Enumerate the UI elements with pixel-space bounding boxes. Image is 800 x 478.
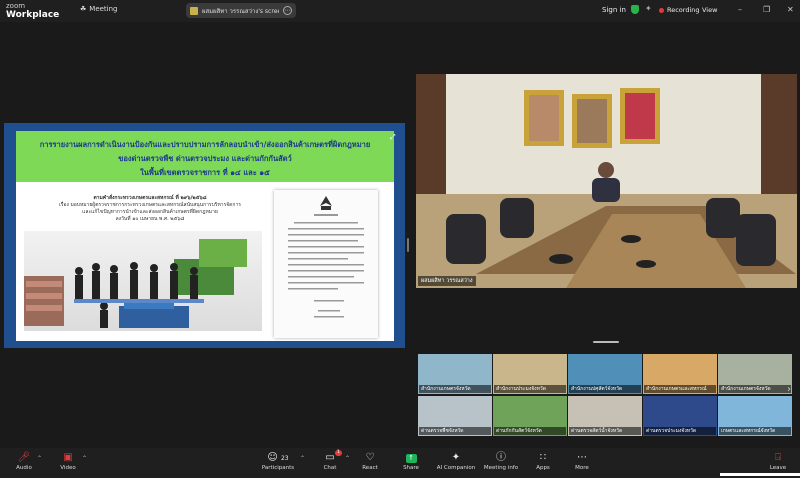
people-icon: ☺ bbox=[267, 452, 278, 463]
apps-icon: ∷ bbox=[539, 452, 547, 463]
info-icon: ⓘ bbox=[496, 452, 506, 463]
split-resize-handle[interactable] bbox=[407, 238, 409, 252]
slide-header: การรายงานผลการดำเนินงานป้องกันและปราบปรา… bbox=[16, 131, 394, 182]
tile-label: เกษตรและสหกรณ์จังหวัด bbox=[719, 427, 791, 435]
order-line4: ลงวันที่ ๑๐ เมษายน พ.ศ. ๒๕๖๘ bbox=[115, 216, 185, 222]
meeting-info-label: Meeting info bbox=[483, 465, 519, 471]
security-shield-icon[interactable] bbox=[631, 5, 639, 14]
speaker-name-label: ผสมผสิทา วรรณสว่าง bbox=[418, 276, 476, 286]
slide-title-line2: ของด่านตรวจพืช ด่านตรวจประมง และด่านกักก… bbox=[118, 154, 292, 163]
gallery-tile[interactable]: ด่านตรวจพืชจังหวัด bbox=[418, 396, 492, 436]
meeting-toolbar: 🎤︎ Audio ⌃ ▣ Video ⌃ ☺ 23 Participants ⌃… bbox=[0, 448, 800, 478]
meeting-tab[interactable]: ☘ Meeting bbox=[80, 5, 118, 13]
share-icon-wrap: ↑ bbox=[389, 450, 433, 465]
tile-label: ด่านกักกันสัตว์จังหวัด bbox=[494, 427, 566, 435]
shared-screen-icon bbox=[190, 6, 198, 15]
audio-label: Audio bbox=[16, 465, 32, 471]
ai-sparkle-icon[interactable]: ✦ bbox=[645, 4, 652, 13]
gallery-tile[interactable]: สำนักงานปศุสัตว์จังหวัด bbox=[568, 354, 642, 394]
more-button[interactable]: ⋯ More bbox=[560, 450, 604, 471]
tile-label: สำนักงานเกษตรและสหกรณ์ bbox=[644, 385, 716, 393]
tile-label: สำนักงานประมงจังหวัด bbox=[494, 385, 566, 393]
sparkle-icon: ✦ bbox=[451, 452, 461, 463]
slide-title-line1: การรายงานผลการดำเนินงานป้องกันและปราบปรา… bbox=[39, 140, 371, 149]
apps-label: Apps bbox=[536, 465, 550, 471]
react-label: React bbox=[362, 465, 378, 471]
order-text: ตามคำสั่งกระทรวงเกษตรและสหกรณ์ ที่ ๒๙๖/๒… bbox=[50, 195, 250, 223]
gallery-tile[interactable]: ด่านตรวจสัตว์น้ำจังหวัด bbox=[568, 396, 642, 436]
recording-dot-icon bbox=[659, 7, 664, 13]
tile-label: ด่านตรวจประมงจังหวัด bbox=[644, 427, 716, 435]
active-speaker-video[interactable]: ผสมผสิทา วรรณสว่าง bbox=[416, 74, 797, 288]
top-bar: zoom Workplace ☘ Meeting ผสมผสิทา วรรณสว… bbox=[0, 0, 800, 22]
order-line2: เรื่อง มอบหมายผู้ตรวจราชการกระทรวงเกษตรแ… bbox=[59, 202, 241, 208]
restore-icon[interactable]: ❐ bbox=[763, 5, 770, 14]
recording-label: Recording bbox=[667, 6, 700, 14]
tile-label: สำนักงานเกษตรจังหวัด bbox=[719, 385, 791, 393]
gallery-tile[interactable]: เกษตรและสหกรณ์จังหวัด bbox=[718, 396, 792, 436]
view-button[interactable]: View bbox=[702, 6, 717, 14]
more-label: More bbox=[575, 465, 589, 471]
participants-icon-row: ☺ 23 bbox=[256, 450, 300, 465]
ai-companion-button[interactable]: ✦ AI Companion bbox=[434, 450, 478, 471]
share-more-icon[interactable]: ⋯ bbox=[283, 6, 292, 15]
share-button[interactable]: ↑ Share bbox=[389, 450, 433, 471]
brand-line2: Workplace bbox=[6, 10, 60, 20]
gallery-drag-handle[interactable] bbox=[593, 341, 619, 343]
meeting-info-button[interactable]: ⓘ Meeting info bbox=[479, 450, 523, 471]
presentation-slide: การรายงานผลการดำเนินงานป้องกันและปราบปรา… bbox=[16, 131, 396, 341]
order-line1: ตามคำสั่งกระทรวงเกษตรและสหกรณ์ ที่ ๒๙๖/๒… bbox=[93, 195, 207, 201]
participants-caret-icon[interactable]: ⌃ bbox=[300, 455, 305, 462]
participants-button[interactable]: ☺ 23 Participants bbox=[256, 450, 300, 471]
leave-door-icon: ⍈ bbox=[775, 452, 781, 463]
meeting-label: Meeting bbox=[89, 5, 118, 13]
leave-underline bbox=[720, 473, 800, 476]
sign-in-button[interactable]: Sign in bbox=[602, 6, 626, 14]
order-line3: และแก้ไขปัญหาการนำเข้าและส่งออกสินค้าเกษ… bbox=[82, 209, 218, 215]
leave-label: Leave bbox=[769, 465, 787, 471]
ellipsis-icon: ⋯ bbox=[577, 452, 587, 463]
gallery-tile[interactable]: สำนักงานเกษตรจังหวัด bbox=[418, 354, 492, 394]
react-button[interactable]: ♡ React bbox=[348, 450, 392, 471]
slide-title-line3: ในพื้นที่เขตตรวจราชการ ที่ ๑๔ และ ๑๕ bbox=[140, 168, 270, 177]
slide-expand-icon[interactable]: ⤢ bbox=[390, 133, 396, 142]
video-label: Video bbox=[60, 465, 76, 471]
official-document-image bbox=[274, 190, 378, 338]
gallery-tile[interactable]: สำนักงานเกษตรจังหวัด bbox=[718, 354, 792, 394]
minimize-icon[interactable]: – bbox=[738, 5, 742, 14]
tile-label: สำนักงานเกษตรจังหวัด bbox=[419, 385, 491, 393]
chat-badge: 1 bbox=[335, 450, 342, 456]
zoom-workplace-logo: zoom Workplace bbox=[6, 2, 59, 20]
paw-icon: ☘ bbox=[80, 5, 87, 13]
tile-label: สำนักงานปศุสัตว์จังหวัด bbox=[569, 385, 641, 393]
apps-button[interactable]: ∷ Apps bbox=[521, 450, 565, 471]
gallery-strip: สำนักงานเกษตรจังหวัด สำนักงานประมงจังหวั… bbox=[418, 354, 792, 438]
participants-label: Participants bbox=[261, 465, 295, 471]
video-options-caret-icon[interactable]: ⌃ bbox=[82, 455, 87, 462]
share-pill-text: ผสมผสิทา วรรณสว่าง's screen bbox=[202, 7, 279, 15]
chat-label: Chat bbox=[323, 465, 337, 471]
screen-share-indicator[interactable]: ผสมผสิทา วรรณสว่าง's screen ⋯ bbox=[186, 3, 296, 18]
shared-screen: การรายงานผลการดำเนินงานป้องกันและปราบปรา… bbox=[4, 123, 405, 348]
close-window-icon[interactable]: ✕ bbox=[787, 5, 794, 14]
gallery-tile[interactable]: สำนักงานเกษตรและสหกรณ์ bbox=[643, 354, 717, 394]
heart-icon: ♡ bbox=[365, 452, 375, 463]
share-label: Share bbox=[403, 465, 419, 471]
tile-label: ด่านตรวจสัตว์น้ำจังหวัด bbox=[569, 427, 641, 435]
leave-button[interactable]: ⍈ Leave bbox=[756, 450, 800, 471]
gallery-tile[interactable]: ด่านกักกันสัตว์จังหวัด bbox=[493, 396, 567, 436]
audio-options-caret-icon[interactable]: ⌃ bbox=[37, 455, 42, 462]
field-operation-photo bbox=[24, 231, 262, 331]
gallery-tile[interactable]: ด่านตรวจประมงจังหวัด bbox=[643, 396, 717, 436]
recording-indicator[interactable]: Recording bbox=[659, 6, 700, 14]
tile-label: ด่านตรวจพืชจังหวัด bbox=[419, 427, 491, 435]
gallery-next-arrow-icon[interactable]: › bbox=[787, 384, 791, 395]
share-arrow-icon: ↑ bbox=[405, 454, 417, 463]
participants-count: 23 bbox=[280, 455, 289, 462]
ai-companion-label: AI Companion bbox=[436, 465, 476, 471]
gallery-tile[interactable]: สำนักงานประมงจังหวัด bbox=[493, 354, 567, 394]
